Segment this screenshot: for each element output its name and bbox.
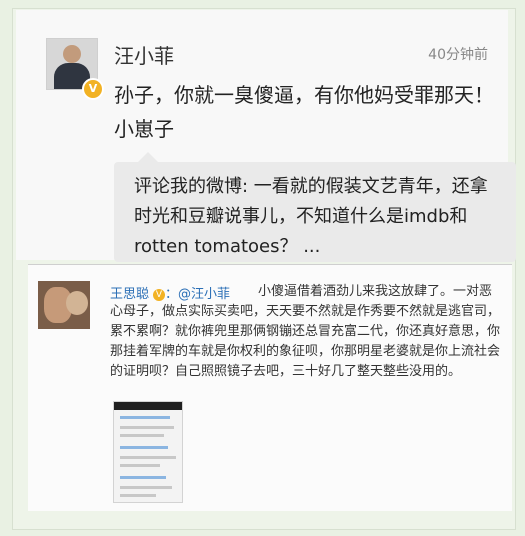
- thumbnail-line: [120, 446, 168, 449]
- verified-icon: V: [82, 78, 104, 100]
- user-avatar[interactable]: [38, 281, 90, 329]
- avatar-head-shape: [63, 45, 81, 63]
- post-time: 40分钟前: [428, 47, 488, 63]
- thumbnail-line: [120, 464, 160, 467]
- thumbnail-line: [120, 434, 164, 437]
- thumbnail-line: [120, 494, 156, 497]
- quoted-comment-text: 评论我的微博: 一看就的假装文艺青年，还拿时光和豆瓣说事儿，不知道什么是imdb…: [134, 176, 488, 257]
- thumbnail-line: [120, 476, 166, 479]
- thumbnail-line: [120, 426, 174, 429]
- weibo-post-card: V 汪小菲 40分钟前 孙子，你就一臭傻逼，有你他妈受罪那天！小崽子 评论我的微…: [16, 10, 516, 262]
- thumbnail-topbar: [114, 402, 182, 410]
- quoted-comment[interactable]: 评论我的微博: 一看就的假装文艺青年，还拿时光和豆瓣说事儿，不知道什么是imdb…: [114, 152, 516, 262]
- username[interactable]: 汪小菲: [114, 40, 174, 69]
- post-content: 孙子，你就一臭傻逼，有你他妈受罪那天！小崽子: [114, 83, 494, 141]
- attached-screenshot-thumbnail[interactable]: [113, 401, 183, 503]
- thumbnail-line: [120, 456, 176, 459]
- embedded-weibo-post: 王思聪 V ：@汪小菲 小傻逼借着酒劲儿来我这放肆了。一对恶心母子，做点实际买卖吧，…: [28, 264, 512, 511]
- post-content: 小傻逼借着酒劲儿来我这放肆了。一对恶心母子，做点实际买卖吧，天天要不然就是作秀要…: [110, 284, 501, 379]
- thumbnail-line: [120, 416, 170, 419]
- avatar-face-shape: [66, 291, 88, 315]
- thumbnail-line: [120, 486, 172, 489]
